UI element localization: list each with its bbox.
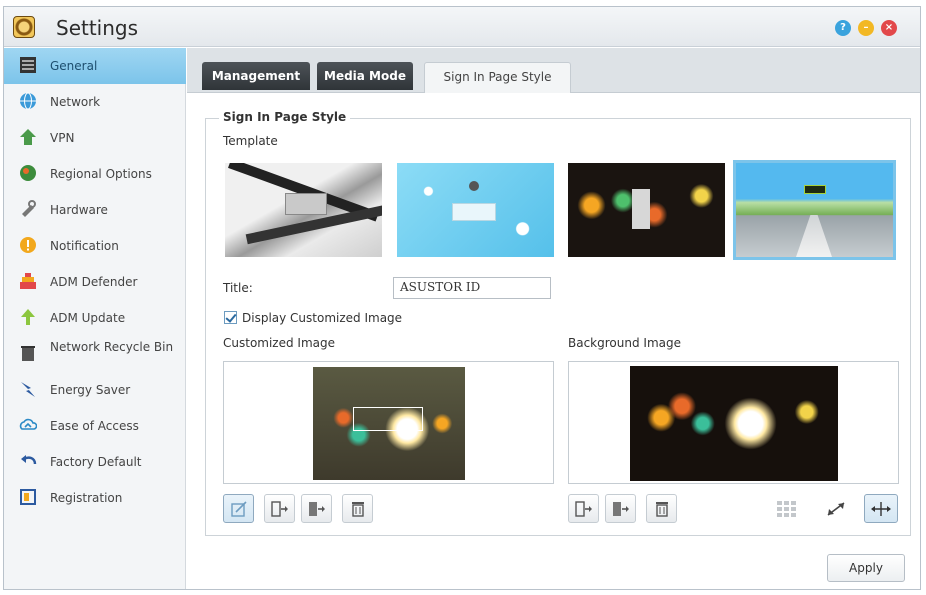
recycle-bin-icon	[18, 344, 38, 364]
title-input[interactable]: ASUSTOR ID	[393, 277, 551, 299]
tab-sign-in-page-style[interactable]: Sign In Page Style	[424, 62, 571, 93]
sidebar-item-energy-saver[interactable]: Energy Saver	[4, 372, 186, 408]
globe-icon	[18, 92, 38, 112]
registration-icon	[18, 488, 38, 508]
factory-default-icon	[18, 452, 38, 472]
sidebar-item-label: Factory Default	[50, 455, 142, 469]
notification-icon	[18, 236, 38, 256]
delete-background-image-button[interactable]	[646, 494, 677, 523]
regional-icon	[18, 164, 38, 184]
sidebar-item-label: ADM Defender	[50, 275, 138, 289]
sidebar-item-label: Network	[50, 95, 101, 109]
sidebar-item-label: Regional Options	[50, 167, 152, 181]
import-custom-image-button[interactable]	[301, 494, 332, 523]
sidebar-item-notification[interactable]: Notification	[4, 228, 186, 264]
edit-icon	[230, 501, 247, 517]
energy-icon	[18, 380, 38, 400]
upload-custom-image-button[interactable]	[264, 494, 295, 523]
sidebar-item-factory-default[interactable]: Factory Default	[4, 444, 186, 480]
tile-mode-button[interactable]	[771, 494, 802, 523]
settings-app-icon	[13, 16, 35, 38]
group-title: Sign In Page Style	[219, 110, 351, 124]
vpn-icon	[18, 128, 38, 148]
title-label: Title:	[223, 281, 253, 295]
update-icon	[18, 308, 38, 328]
tab-strip: Management Media Mode Sign In Page Style	[187, 48, 920, 93]
upload-background-image-button[interactable]	[568, 494, 599, 523]
sidebar-item-regional-options[interactable]: Regional Options	[4, 156, 186, 192]
template-thumbnail-1[interactable]	[225, 163, 382, 257]
crop-selection[interactable]	[353, 407, 423, 431]
display-customized-image-checkbox[interactable]	[224, 311, 237, 324]
sidebar-item-adm-defender[interactable]: ADM Defender	[4, 264, 186, 300]
upload-file-icon	[574, 501, 592, 517]
hardware-icon	[18, 200, 38, 220]
trash-icon	[655, 502, 668, 517]
trash-icon	[351, 502, 364, 517]
minimize-button[interactable]: –	[858, 20, 874, 36]
minimize-icon: –	[863, 22, 869, 33]
sidebar-item-label: Ease of Access	[50, 419, 139, 433]
background-image	[630, 366, 838, 481]
sidebar-item-label: VPN	[50, 131, 75, 145]
sidebar-item-label: ADM Update	[50, 311, 126, 325]
fit-mode-button[interactable]	[864, 494, 898, 523]
edit-image-button[interactable]	[223, 494, 254, 523]
template-thumbnail-3[interactable]	[568, 163, 725, 257]
window-title: Settings	[56, 16, 139, 40]
sidebar: General Network VPN Regional Options Har…	[4, 48, 186, 589]
close-icon: ×	[884, 22, 894, 33]
tile-icon	[776, 501, 796, 517]
sidebar-item-label: Energy Saver	[50, 383, 131, 397]
customized-image-label: Customized Image	[223, 336, 336, 350]
customized-image-preview	[223, 361, 554, 484]
sidebar-item-ease-of-access[interactable]: Ease of Access	[4, 408, 186, 444]
sidebar-item-label: Notification	[50, 239, 119, 253]
sidebar-item-registration[interactable]: Registration	[4, 480, 186, 516]
display-customized-image-label: Display Customized Image	[242, 311, 403, 325]
title-bar: Settings ? – ×	[4, 7, 920, 47]
help-icon: ?	[840, 22, 846, 33]
background-image-preview	[568, 361, 899, 484]
sidebar-item-network[interactable]: Network	[4, 84, 186, 120]
import-file-icon	[308, 502, 325, 516]
fit-icon	[871, 502, 891, 516]
stretch-mode-button[interactable]	[820, 494, 851, 523]
main-panel: Management Media Mode Sign In Page Style…	[187, 48, 920, 589]
sidebar-item-vpn[interactable]: VPN	[4, 120, 186, 156]
ease-of-access-icon	[18, 416, 38, 436]
sidebar-item-network-recycle-bin[interactable]: Network Recycle Bin	[4, 336, 186, 372]
help-button[interactable]: ?	[835, 20, 851, 36]
import-background-image-button[interactable]	[605, 494, 636, 523]
tab-management[interactable]: Management	[202, 62, 310, 90]
close-button[interactable]: ×	[881, 20, 897, 36]
sidebar-item-adm-update[interactable]: ADM Update	[4, 300, 186, 336]
general-icon	[18, 56, 38, 76]
delete-custom-image-button[interactable]	[342, 494, 373, 523]
defender-icon	[18, 272, 38, 292]
sidebar-item-label: Network Recycle Bin	[50, 340, 174, 354]
sidebar-item-general[interactable]: General	[4, 48, 186, 84]
sidebar-item-hardware[interactable]: Hardware	[4, 192, 186, 228]
settings-window: Settings ? – × General Network VPN Regio…	[3, 6, 921, 590]
sidebar-item-label: Registration	[50, 491, 123, 505]
stretch-icon	[827, 502, 844, 516]
template-thumbnail-4[interactable]	[733, 160, 896, 260]
upload-file-icon	[270, 501, 288, 517]
background-image-label: Background Image	[568, 336, 681, 350]
tab-media-mode[interactable]: Media Mode	[317, 62, 413, 90]
customized-image	[313, 367, 465, 480]
apply-button[interactable]: Apply	[827, 554, 905, 582]
sidebar-item-label: General	[50, 59, 98, 73]
template-label: Template	[223, 134, 278, 148]
template-thumbnail-2[interactable]	[397, 163, 554, 257]
import-file-icon	[612, 502, 629, 516]
sidebar-item-label: Hardware	[50, 203, 108, 217]
